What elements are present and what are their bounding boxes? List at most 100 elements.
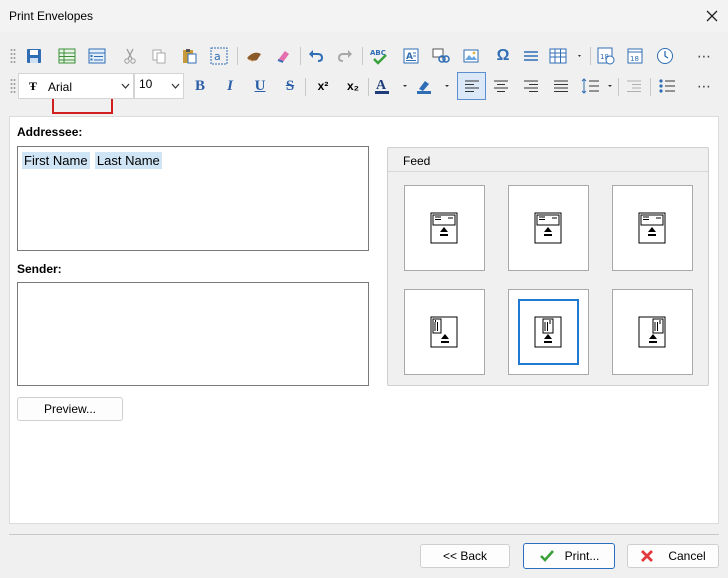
spellcheck-button[interactable]: ABC: [366, 43, 392, 69]
align-left-button[interactable]: [457, 72, 486, 100]
bullets-button[interactable]: [654, 73, 680, 99]
find-button[interactable]: a: [206, 43, 232, 69]
overflow-button-row1[interactable]: ⋯: [691, 43, 717, 69]
print-button[interactable]: Print...: [523, 543, 615, 569]
strikethrough-button[interactable]: S: [277, 73, 303, 99]
align-left-icon: [464, 80, 479, 92]
undo-icon: [309, 50, 324, 62]
field-token[interactable]: First Name: [22, 152, 90, 169]
list-view-icon: [88, 48, 106, 64]
print-button-label: Print...: [564, 549, 600, 563]
line-spacing-icon: [581, 78, 612, 94]
feed-option-2[interactable]: [508, 185, 589, 271]
cut-icon: [124, 48, 136, 64]
envelope-portrait-icon: [534, 316, 562, 348]
indent-icon: [627, 80, 641, 92]
feed-option-6[interactable]: [612, 289, 693, 375]
redo-button[interactable]: [332, 43, 358, 69]
font-name-select[interactable]: Ŧ Arial: [18, 73, 134, 99]
table-view-button[interactable]: [54, 43, 80, 69]
back-button-label: << Back: [442, 549, 488, 563]
find-icon: a: [210, 47, 228, 65]
table-button[interactable]: [548, 43, 584, 69]
underline-button[interactable]: U: [247, 73, 273, 99]
align-center-icon: [494, 80, 508, 92]
back-button[interactable]: << Back: [420, 544, 510, 568]
strikethrough-icon: S: [285, 77, 295, 94]
svg-text:18: 18: [630, 55, 639, 63]
field-token[interactable]: Last Name: [94, 152, 162, 169]
superscript-icon: x²: [317, 79, 329, 93]
align-center-button[interactable]: [488, 73, 514, 99]
title-bar: Print Envelopes: [0, 0, 728, 32]
calendar-icon: 18: [627, 48, 643, 64]
italic-button[interactable]: I: [217, 73, 243, 99]
text-box-icon: A: [403, 48, 419, 64]
feed-option-3[interactable]: [612, 185, 693, 271]
justify-button[interactable]: [548, 73, 574, 99]
date-button[interactable]: 18: [593, 43, 619, 69]
subscript-button[interactable]: x₂: [340, 73, 366, 99]
align-right-button[interactable]: [518, 73, 544, 99]
envelope-landscape-icon: [430, 212, 458, 244]
close-icon[interactable]: [702, 6, 722, 26]
align-right-icon: [524, 80, 538, 92]
chevron-down-icon: [121, 83, 130, 89]
link-icon: [432, 48, 450, 63]
feed-option-1[interactable]: [404, 185, 485, 271]
overflow-button-row2[interactable]: ⋯: [691, 73, 717, 99]
overflow-icon: ⋯: [697, 77, 711, 94]
preview-button[interactable]: Preview...: [17, 397, 123, 421]
save-button[interactable]: [21, 43, 47, 69]
text-box-button[interactable]: A: [398, 43, 424, 69]
svg-text:A: A: [376, 78, 387, 93]
bullets-icon: [659, 79, 675, 93]
font-icon: Ŧ: [29, 79, 38, 93]
sender-label: Sender:: [17, 262, 62, 276]
indent-button[interactable]: [621, 73, 647, 99]
window-title: Print Envelopes: [9, 9, 94, 23]
italic-icon: I: [227, 77, 233, 94]
highlight-button[interactable]: [414, 73, 454, 99]
overflow-icon: ⋯: [697, 47, 711, 64]
redo-icon: [337, 50, 352, 62]
feed-option-4[interactable]: [404, 289, 485, 375]
envelope-portrait-icon: [430, 316, 458, 348]
horizontal-line-button[interactable]: [518, 43, 544, 69]
clock-button[interactable]: [652, 43, 678, 69]
toolbar-grip-icon[interactable]: [10, 48, 16, 64]
table-icon: [549, 48, 581, 64]
format-painter-button[interactable]: [241, 43, 267, 69]
symbol-button[interactable]: Ω: [490, 43, 516, 69]
font-size-value: 10: [139, 77, 153, 91]
paste-icon: [183, 49, 197, 64]
preview-button-label: Preview...: [43, 402, 97, 416]
justify-icon: [554, 80, 568, 92]
envelope-portrait-icon: [638, 316, 666, 348]
clear-format-button[interactable]: [270, 43, 296, 69]
underline-icon: U: [254, 77, 266, 94]
bold-button[interactable]: B: [187, 73, 213, 99]
cancel-button[interactable]: Cancel: [627, 544, 719, 568]
sender-field[interactable]: [17, 282, 369, 386]
addressee-field[interactable]: First Name Last Name: [17, 146, 369, 251]
feed-label: Feed: [403, 154, 431, 168]
checkmark-icon: [539, 550, 554, 562]
list-view-button[interactable]: [84, 43, 110, 69]
copy-button[interactable]: [146, 43, 172, 69]
feed-option-5[interactable]: [508, 289, 589, 375]
calendar-button[interactable]: 18: [622, 43, 648, 69]
image-button[interactable]: [458, 43, 484, 69]
cut-button[interactable]: [117, 43, 143, 69]
toolbar-grip-icon[interactable]: [10, 78, 16, 94]
paste-button[interactable]: [176, 43, 202, 69]
font-name-value: Arial: [48, 80, 73, 94]
font-color-button[interactable]: A: [372, 73, 412, 99]
horizontal-line-icon: [524, 51, 538, 61]
font-size-select[interactable]: 10: [134, 73, 184, 99]
superscript-button[interactable]: x²: [310, 73, 336, 99]
line-spacing-button[interactable]: [580, 73, 616, 99]
date-icon: 18: [597, 47, 615, 65]
link-button[interactable]: [428, 43, 454, 69]
undo-button[interactable]: [303, 43, 329, 69]
